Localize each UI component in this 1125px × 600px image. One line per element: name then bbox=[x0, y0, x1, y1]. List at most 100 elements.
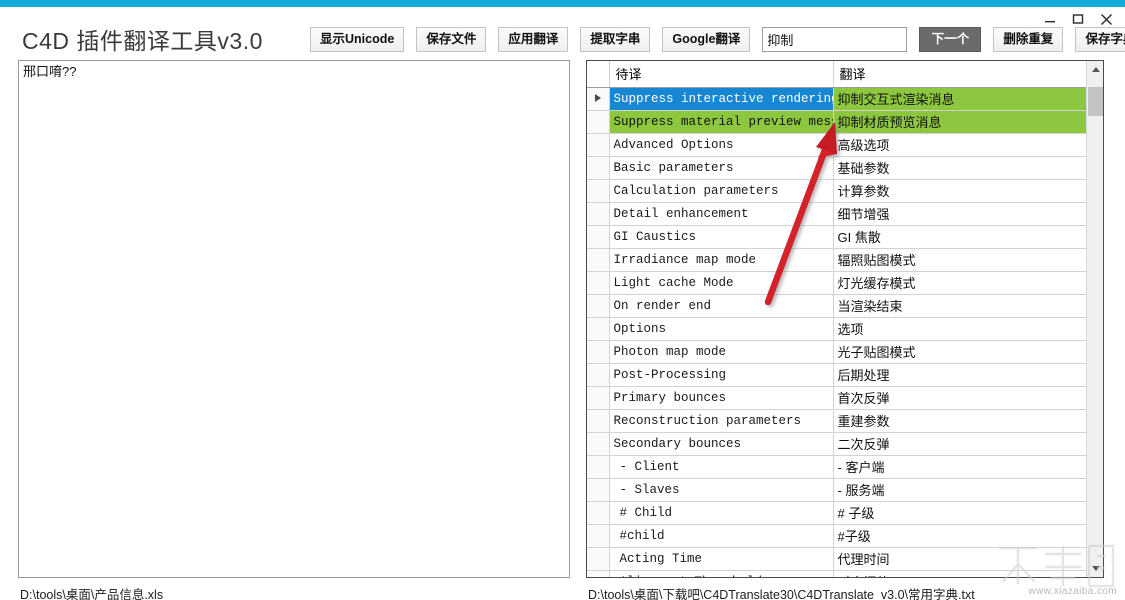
target-cell[interactable]: 后期处理 bbox=[833, 363, 1088, 387]
target-cell[interactable]: 选项 bbox=[833, 317, 1088, 341]
row-selector-cell[interactable] bbox=[587, 409, 610, 433]
extract-strings-button[interactable]: 提取字串 bbox=[580, 26, 651, 52]
table-row[interactable]: - Client - 客户端 bbox=[587, 455, 1088, 479]
source-text-editor[interactable]: 邢口唷?? bbox=[19, 61, 569, 577]
source-cell[interactable]: Post-Processing bbox=[609, 363, 834, 387]
next-button[interactable]: 下一个 bbox=[919, 26, 982, 52]
table-row[interactable]: Options 选项 bbox=[587, 317, 1088, 341]
row-selector-cell[interactable] bbox=[587, 363, 610, 387]
row-selector-cell[interactable] bbox=[587, 271, 610, 295]
target-cell[interactable]: 代理时间 bbox=[833, 547, 1088, 571]
table-row[interactable]: Calculation parameters 计算参数 bbox=[587, 179, 1088, 203]
row-selector-cell[interactable] bbox=[587, 248, 610, 272]
source-cell[interactable]: Alignment Threshold bbox=[609, 570, 834, 577]
row-selector-cell[interactable] bbox=[587, 570, 610, 577]
target-cell[interactable]: 重建参数 bbox=[833, 409, 1088, 433]
source-cell[interactable]: Options bbox=[609, 317, 834, 341]
target-cell[interactable]: 对齐阈值 bbox=[833, 570, 1088, 577]
source-cell[interactable]: Basic parameters bbox=[609, 156, 834, 180]
source-cell[interactable]: Suppress material preview mess... bbox=[609, 110, 834, 134]
source-cell[interactable]: Primary bounces bbox=[609, 386, 834, 410]
table-row[interactable]: Primary bounces 首次反弹 bbox=[587, 386, 1088, 410]
source-cell[interactable]: #child bbox=[609, 524, 834, 548]
target-cell[interactable]: #子级 bbox=[833, 524, 1088, 548]
row-selector-cell[interactable] bbox=[587, 455, 610, 479]
table-row[interactable]: - Slaves - 服务端 bbox=[587, 478, 1088, 502]
source-cell[interactable]: Acting Time bbox=[609, 547, 834, 571]
target-cell[interactable]: 当渲染结束 bbox=[833, 294, 1088, 318]
row-selector-cell[interactable] bbox=[587, 179, 610, 203]
table-row[interactable]: On render end 当渲染结束 bbox=[587, 294, 1088, 318]
row-selector-cell[interactable] bbox=[587, 547, 610, 571]
table-row[interactable]: Alignment Threshold对齐阈值 bbox=[587, 570, 1088, 577]
apply-translation-button[interactable]: 应用翻译 bbox=[498, 26, 569, 52]
source-cell[interactable]: GI Caustics bbox=[609, 225, 834, 249]
target-cell[interactable]: GI 焦散 bbox=[833, 225, 1088, 249]
row-selector-cell[interactable] bbox=[587, 202, 610, 226]
table-row[interactable]: Basic parameters 基础参数 bbox=[587, 156, 1088, 180]
table-row[interactable]: # Child # 子级 bbox=[587, 501, 1088, 525]
row-selector-cell[interactable] bbox=[587, 225, 610, 249]
row-selector-cell[interactable] bbox=[587, 110, 610, 134]
source-cell[interactable]: - Slaves bbox=[609, 478, 834, 502]
table-row[interactable]: Secondary bounces 二次反弹 bbox=[587, 432, 1088, 456]
table-row[interactable]: Advanced Options 高级选项 bbox=[587, 133, 1088, 157]
target-cell[interactable]: 首次反弹 bbox=[833, 386, 1088, 410]
row-selector-cell[interactable] bbox=[587, 524, 610, 548]
target-cell[interactable]: 细节增强 bbox=[833, 202, 1088, 226]
save-dictionary-button[interactable]: 保存字典 bbox=[1075, 26, 1125, 52]
save-file-button[interactable]: 保存文件 bbox=[416, 26, 487, 52]
row-selector-cell[interactable] bbox=[587, 133, 610, 157]
scroll-down-icon[interactable] bbox=[1087, 560, 1103, 577]
row-selector-cell[interactable] bbox=[587, 156, 610, 180]
target-cell[interactable]: 光子贴图模式 bbox=[833, 340, 1088, 364]
row-selector-cell[interactable] bbox=[587, 432, 610, 456]
row-selector-cell[interactable] bbox=[587, 317, 610, 341]
source-cell[interactable]: - Client bbox=[609, 455, 834, 479]
scrollbar-thumb[interactable] bbox=[1088, 87, 1103, 116]
scroll-up-icon[interactable] bbox=[1087, 61, 1103, 78]
table-row[interactable]: #child #子级 bbox=[587, 524, 1088, 548]
table-row[interactable]: Irradiance map mode 辐照贴图模式 bbox=[587, 248, 1088, 272]
target-cell[interactable]: 辐照贴图模式 bbox=[833, 248, 1088, 272]
table-row[interactable]: Suppress material preview mess...抑制材质预览消… bbox=[587, 110, 1088, 134]
show-unicode-button[interactable]: 显示Unicode bbox=[310, 26, 405, 52]
target-cell[interactable]: 高级选项 bbox=[833, 133, 1088, 157]
target-cell[interactable]: 抑制交互式渲染消息 bbox=[833, 87, 1088, 111]
source-cell[interactable]: Advanced Options bbox=[609, 133, 834, 157]
table-row[interactable]: Light cache Mode 灯光缓存模式 bbox=[587, 271, 1088, 295]
table-row[interactable]: Reconstruction parameters 重建参数 bbox=[587, 409, 1088, 433]
table-row[interactable]: Post-Processing 后期处理 bbox=[587, 363, 1088, 387]
source-cell[interactable]: Photon map mode bbox=[609, 340, 834, 364]
google-translate-button[interactable]: Google翻译 bbox=[662, 26, 751, 52]
target-cell[interactable]: - 客户端 bbox=[833, 455, 1088, 479]
source-cell[interactable]: Detail enhancement bbox=[609, 202, 834, 226]
table-row[interactable]: Acting Time 代理时间 bbox=[587, 547, 1088, 571]
target-cell[interactable]: # 子级 bbox=[833, 501, 1088, 525]
search-input[interactable] bbox=[762, 26, 908, 52]
row-selector-cell[interactable] bbox=[587, 386, 610, 410]
source-cell[interactable]: # Child bbox=[609, 501, 834, 525]
target-cell[interactable]: 抑制材质预览消息 bbox=[833, 110, 1088, 134]
row-selector-cell[interactable] bbox=[587, 340, 610, 364]
target-cell[interactable]: 计算参数 bbox=[833, 179, 1088, 203]
source-cell[interactable]: Light cache Mode bbox=[609, 271, 834, 295]
remove-duplicates-button[interactable]: 删除重复 bbox=[993, 26, 1064, 52]
table-row[interactable]: Detail enhancement 细节增强 bbox=[587, 202, 1088, 226]
source-cell[interactable]: Suppress interactive rendering... bbox=[609, 87, 834, 111]
target-cell[interactable]: 二次反弹 bbox=[833, 432, 1088, 456]
table-row[interactable]: Photon map mode 光子贴图模式 bbox=[587, 340, 1088, 364]
source-cell[interactable]: Secondary bounces bbox=[609, 432, 834, 456]
row-selector-cell[interactable] bbox=[587, 478, 610, 502]
table-row[interactable]: GI Caustics GI 焦散 bbox=[587, 225, 1088, 249]
grid-vertical-scrollbar[interactable] bbox=[1086, 61, 1103, 577]
row-selector-cell[interactable] bbox=[587, 87, 610, 111]
source-cell[interactable]: On render end bbox=[609, 294, 834, 318]
source-cell[interactable]: Irradiance map mode bbox=[609, 248, 834, 272]
source-cell[interactable]: Calculation parameters bbox=[609, 179, 834, 203]
target-cell[interactable]: - 服务端 bbox=[833, 478, 1088, 502]
target-cell[interactable]: 基础参数 bbox=[833, 156, 1088, 180]
row-selector-cell[interactable] bbox=[587, 501, 610, 525]
target-cell[interactable]: 灯光缓存模式 bbox=[833, 271, 1088, 295]
table-row[interactable]: Suppress interactive rendering...抑制交互式渲染… bbox=[587, 87, 1088, 111]
